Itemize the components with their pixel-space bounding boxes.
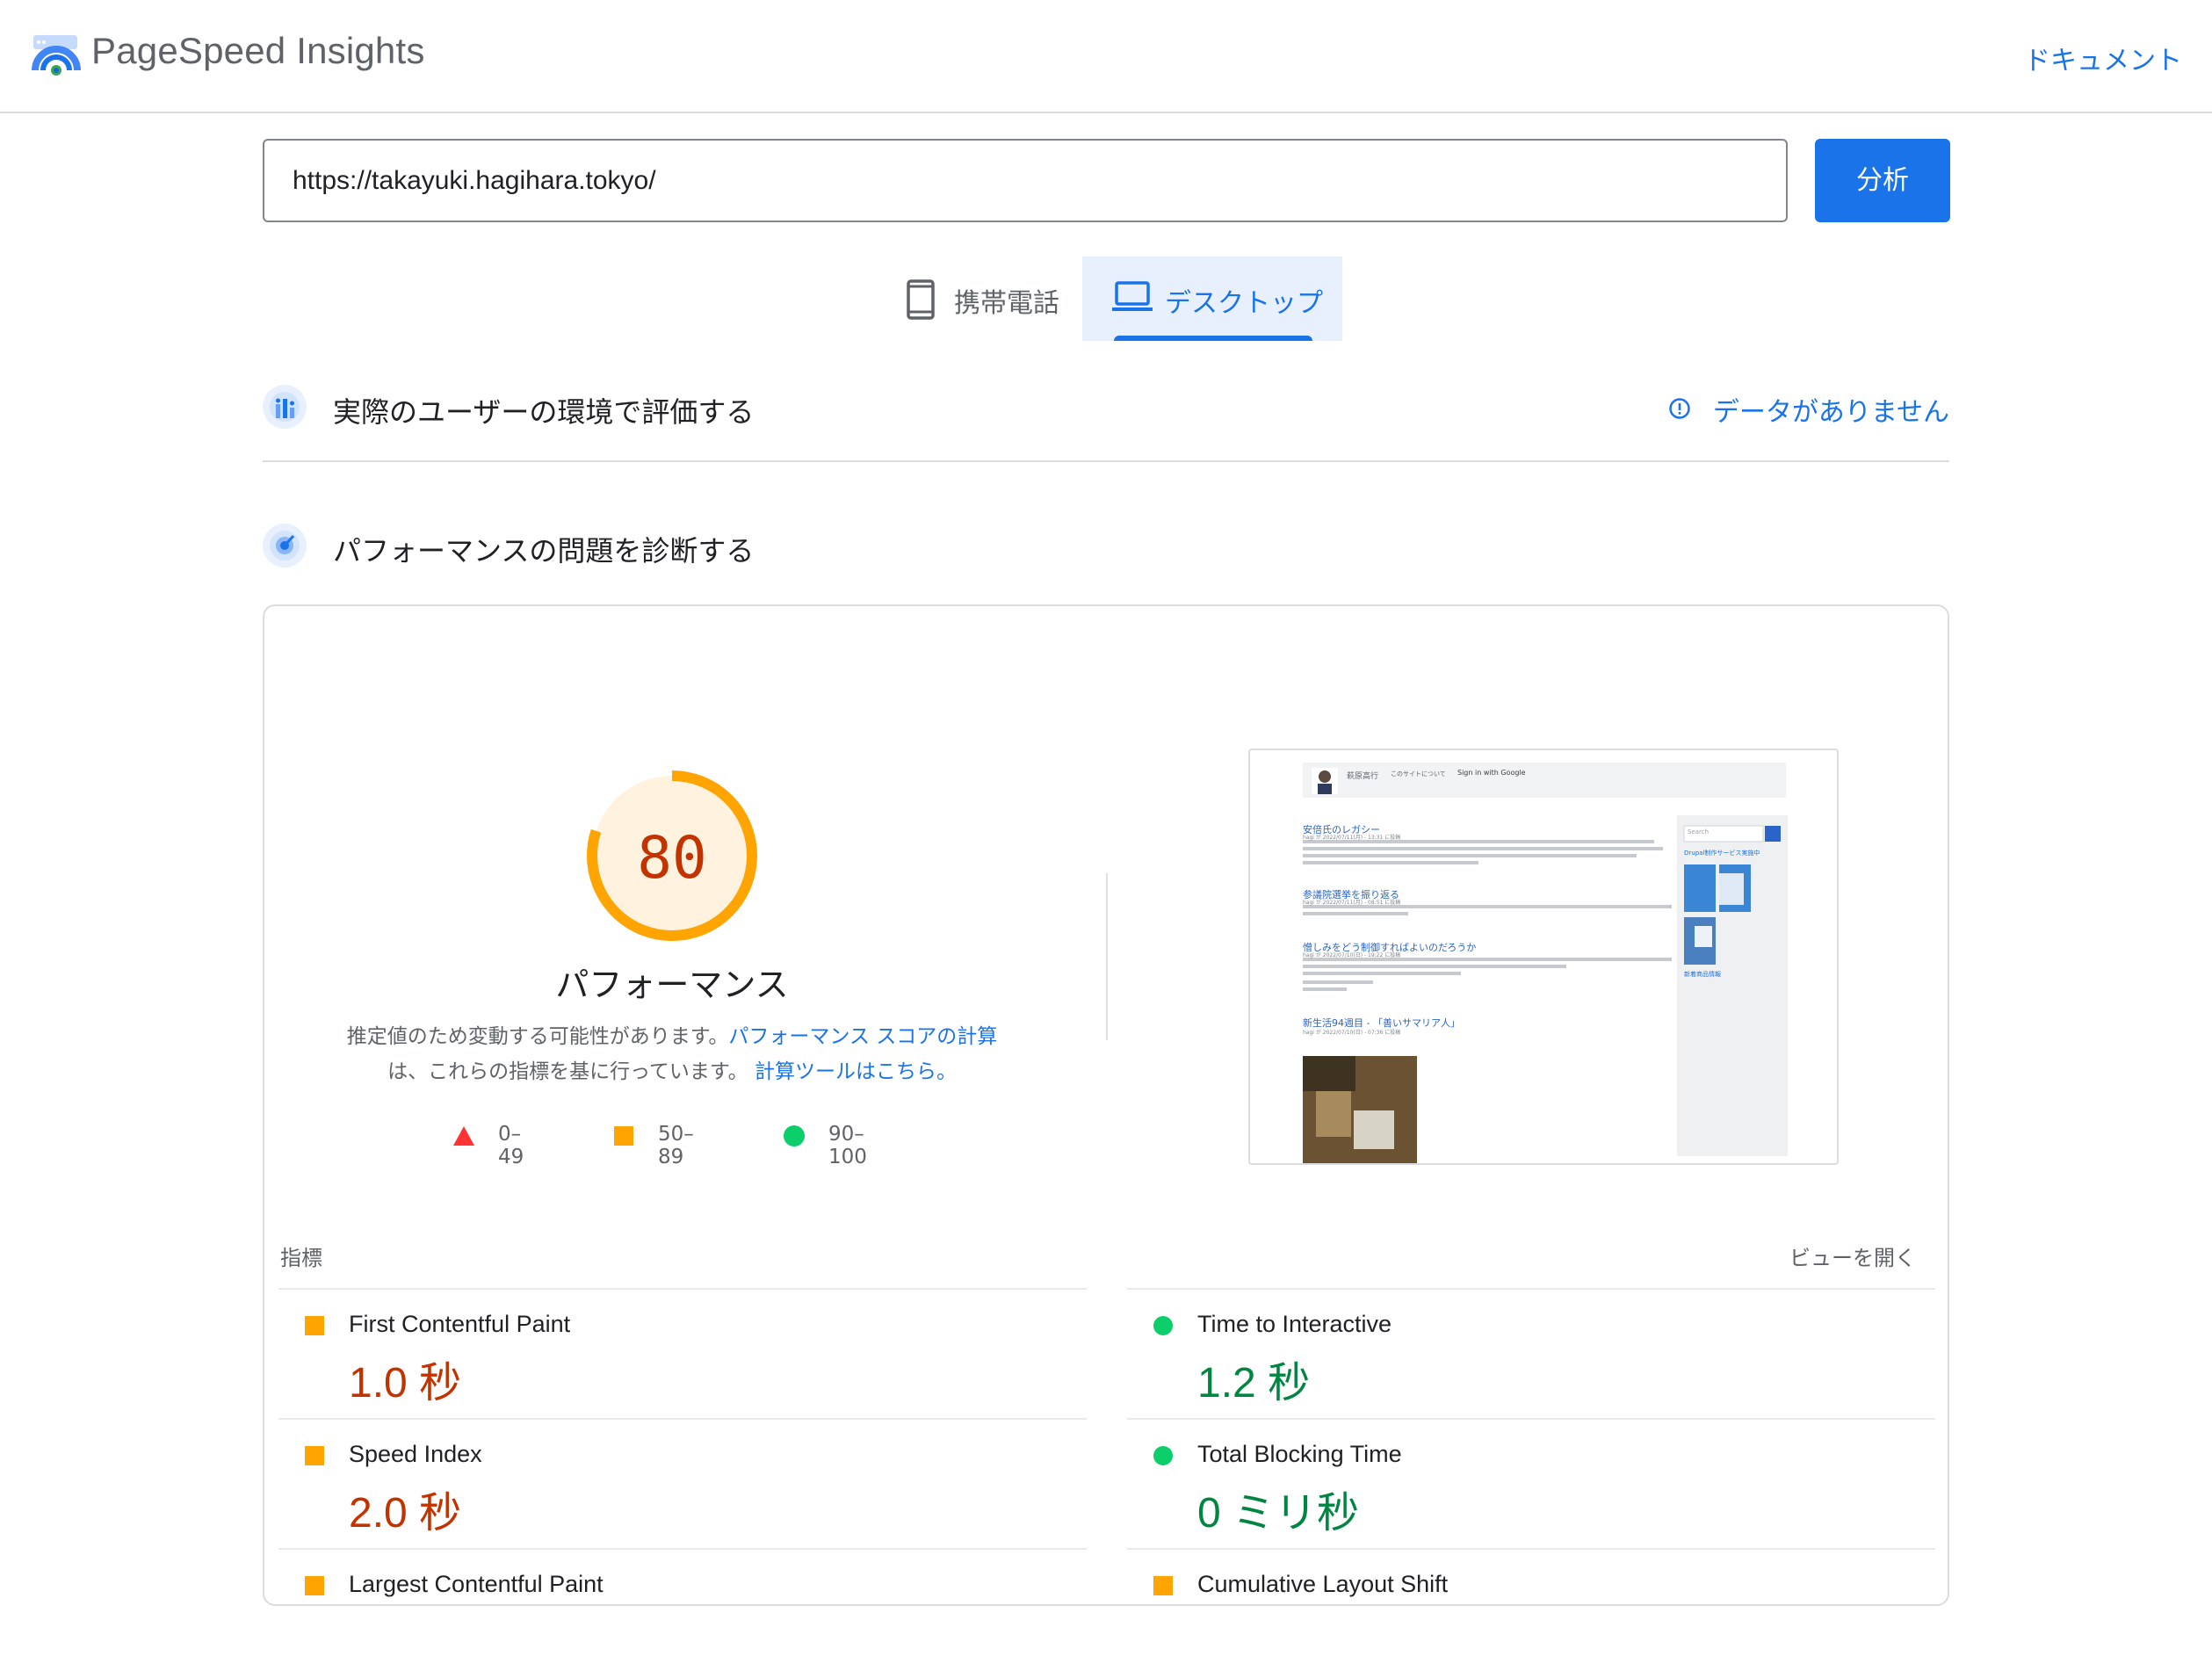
- metric-cls: Cumulative Layout Shift: [1127, 1548, 1935, 1678]
- shot-post-meta: hagi が 2022/07/11(月) - 13:31 に投稿: [1303, 835, 1401, 841]
- metric-si: Speed Index 2.0 秒: [278, 1418, 1087, 1548]
- orange-square-icon: [1153, 1576, 1173, 1595]
- green-circle-icon: [1153, 1316, 1173, 1335]
- metric-name: Cumulative Layout Shift: [1197, 1571, 1449, 1597]
- expand-view-button[interactable]: ビューを開く: [1789, 1240, 1916, 1271]
- green-circle-icon: [1153, 1446, 1173, 1465]
- analyze-button[interactable]: 分析: [1815, 139, 1950, 222]
- metric-tti: Time to Interactive 1.2 秒: [1127, 1288, 1935, 1418]
- top-app-bar: PageSpeed Insights ドキュメント: [0, 0, 2212, 113]
- laptop-icon: [1112, 281, 1153, 311]
- calculator-link[interactable]: 計算ツールはこちら。: [755, 1060, 957, 1083]
- metric-value: 1.2 秒: [1197, 1360, 1311, 1407]
- tab-mobile[interactable]: 携帯電話: [887, 257, 1082, 341]
- desc-text-1: 推定値のため変動する可能性があります。: [346, 1025, 729, 1048]
- metric-name: Largest Contentful Paint: [349, 1571, 604, 1597]
- users-chart-icon: [263, 385, 307, 429]
- final-screenshot[interactable]: 萩原高行 このサイトについて Sign in with Google Searc…: [1248, 749, 1839, 1165]
- performance-description: 推定値のため変動する可能性があります。パフォーマンス スコアの計算 は、これらの…: [321, 1019, 1023, 1089]
- url-input[interactable]: [291, 141, 1767, 221]
- performance-report-card: 80 パフォーマンス 推定値のため変動する可能性があります。パフォーマンス スコ…: [263, 604, 1949, 1606]
- red-triangle-icon: [453, 1126, 474, 1146]
- tab-mobile-label: 携帯電話: [954, 288, 1059, 319]
- metric-name: First Contentful Paint: [349, 1311, 571, 1337]
- app-title: PageSpeed Insights: [91, 30, 425, 71]
- shot-site-name: 萩原高行: [1347, 772, 1379, 781]
- performance-label: パフォーマンス: [555, 966, 789, 1004]
- metric-tbt: Total Blocking Time 0 ミリ秒: [1127, 1418, 1935, 1548]
- shot-signin: Sign in with Google: [1457, 769, 1526, 777]
- vertical-separator: [1106, 873, 1108, 1040]
- shot-nav-about: このサイトについて: [1391, 770, 1446, 778]
- metric-name: Time to Interactive: [1197, 1311, 1392, 1337]
- metrics-title: 指標: [280, 1246, 322, 1270]
- tab-desktop[interactable]: デスクトップ: [1082, 257, 1342, 341]
- field-data-section[interactable]: 実際のユーザーの環境で評価する データがありません: [263, 380, 1949, 432]
- metric-fcp: First Contentful Paint 1.0 秒: [278, 1288, 1087, 1418]
- docs-link[interactable]: ドキュメント: [2024, 39, 2182, 77]
- metric-value: 0 ミリ秒: [1197, 1490, 1360, 1537]
- shot-search: Search: [1688, 828, 1710, 835]
- score-calc-link[interactable]: パフォーマンス スコアの計算: [728, 1025, 997, 1048]
- tab-desktop-label: デスクトップ: [1165, 288, 1323, 319]
- metric-lcp: Largest Contentful Paint: [278, 1548, 1087, 1678]
- orange-square-icon: [305, 1316, 324, 1335]
- url-field-container: [263, 139, 1788, 222]
- shot-sidebar-heading: Drupal制作サービス実施中: [1684, 850, 1760, 857]
- legend-fail-label: 0–49: [498, 1123, 524, 1168]
- shot-post-meta: hagi が 2022/07/10(日) - 07:36 に投稿: [1303, 1030, 1401, 1036]
- field-data-title: 実際のユーザーの環境で評価する: [333, 395, 755, 429]
- green-circle-icon: [784, 1125, 805, 1146]
- legend-pass-label: 90–100: [828, 1123, 867, 1168]
- metric-name: Total Blocking Time: [1197, 1441, 1402, 1467]
- metric-value: 2.0 秒: [349, 1490, 462, 1537]
- diagnose-icon: [263, 524, 307, 568]
- legend-average-label: 50–89: [658, 1123, 694, 1168]
- metric-name: Speed Index: [349, 1441, 482, 1467]
- lab-data-section: パフォーマンスの問題を診断する: [263, 518, 1949, 571]
- section-divider: [263, 460, 1949, 462]
- orange-square-icon: [614, 1126, 633, 1146]
- orange-square-icon: [305, 1446, 324, 1465]
- smartphone-icon: [907, 279, 935, 320]
- info-icon: [1669, 398, 1690, 419]
- shot-sidebar-footer: 新着商品情報: [1684, 971, 1721, 978]
- lab-data-title: パフォーマンスの問題を診断する: [333, 534, 755, 568]
- orange-square-icon: [305, 1576, 324, 1595]
- metric-value: 1.0 秒: [349, 1360, 462, 1407]
- shot-post-meta: hagi が 2022/07/10(日) - 19:22 に投稿: [1303, 952, 1401, 958]
- shot-post-meta: hagi が 2022/07/11(月) - 08:51 に投稿: [1303, 900, 1401, 906]
- performance-score: 80: [637, 824, 707, 892]
- desc-text-2: は、これらの指標を基に行っています。: [387, 1060, 748, 1083]
- pagespeed-logo-icon: [32, 35, 81, 76]
- active-tab-indicator: [1114, 336, 1312, 341]
- no-data-status: データがありません: [1712, 397, 1949, 428]
